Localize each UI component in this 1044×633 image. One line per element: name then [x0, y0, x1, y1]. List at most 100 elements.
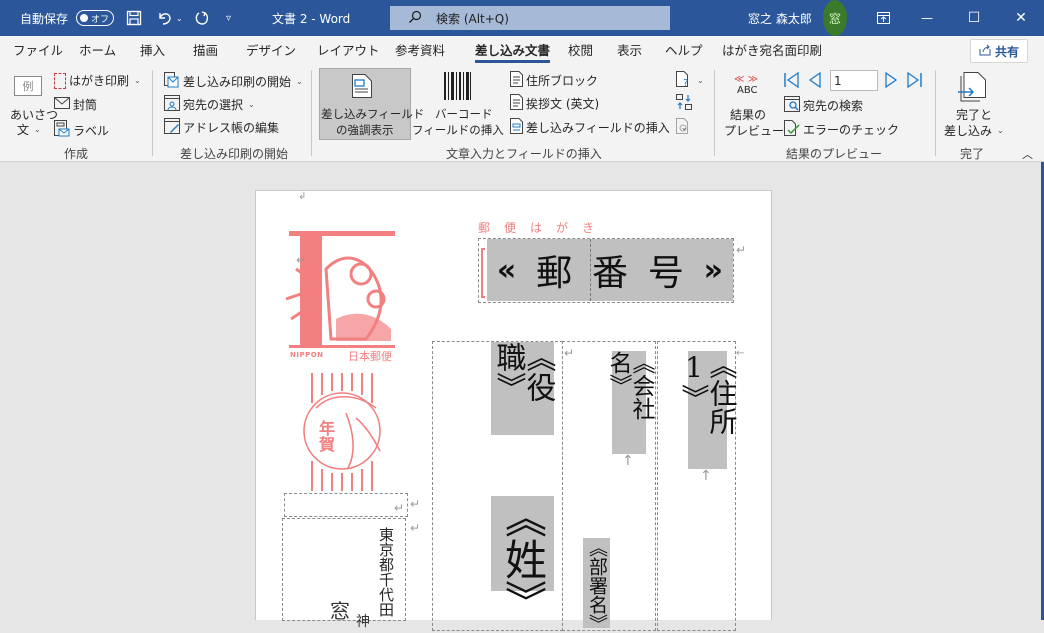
address-block-button[interactable]: 住所ブロック: [510, 71, 598, 90]
postal-code-box-edge: [481, 248, 485, 298]
close-button[interactable]: ✕: [1006, 0, 1036, 36]
surname-merge-field[interactable]: 《姓》: [491, 496, 554, 622]
paragraph-mark: ↵: [564, 346, 575, 360]
abc-icon: ABC: [737, 85, 758, 96]
department-merge-field[interactable]: 《部署名》: [583, 538, 610, 633]
redo-icon[interactable]: [193, 0, 211, 36]
preview-results-label-2[interactable]: プレビュー: [724, 122, 784, 139]
chevron-down-icon: ⌄: [997, 126, 1004, 135]
finish-merge-button[interactable]: 差し込み ⌄: [944, 122, 1004, 139]
autosave-state: オフ: [91, 14, 110, 25]
maximize-button[interactable]: ☐: [959, 0, 989, 36]
edit-recipient-list-button[interactable]: アドレス帳の編集: [164, 118, 279, 137]
tab-file[interactable]: ファイル: [13, 36, 63, 66]
tab-design[interactable]: デザイン: [246, 36, 296, 66]
tab-layout[interactable]: レイアウト: [317, 36, 380, 66]
postage-stamp-icon: NIPPON 日本郵便: [285, 229, 398, 368]
greeting-button[interactable]: 例: [14, 76, 42, 96]
previous-record-button[interactable]: [808, 72, 821, 88]
ribbon-display-options-icon[interactable]: [868, 0, 898, 36]
barcode-label-1[interactable]: バーコード: [435, 106, 493, 122]
ribbon-tabs: ファイル ホーム 挿入 描画 デザイン レイアウト 参考資料 差し込み文書 校閲…: [0, 36, 1044, 66]
paragraph-mark: ↵: [296, 253, 307, 267]
nenga-text: 年賀: [316, 420, 352, 456]
find-recipient-label: 宛先の検索: [803, 99, 864, 113]
share-button[interactable]: 共有: [970, 39, 1028, 63]
title-merge-field[interactable]: 《役職》: [491, 342, 556, 435]
rules-button[interactable]: ? ⌄: [676, 71, 704, 90]
address1-merge-field[interactable]: 《住所1》: [678, 351, 739, 469]
group-separator: [935, 70, 936, 156]
start-mail-merge-button[interactable]: 差し込み印刷の開始 ⌄: [164, 72, 303, 91]
save-icon[interactable]: [126, 0, 142, 36]
paragraph-mark: ←: [736, 348, 745, 359]
svg-text:?: ?: [683, 78, 688, 87]
document-page[interactable]: ↲ NIPPON 日本郵便 ↵ 年賀 郵 便 は が き « 郵 番 号 » ↵…: [255, 190, 772, 633]
tab-insert[interactable]: 挿入: [140, 36, 165, 66]
first-record-button[interactable]: [784, 72, 799, 88]
check-errors-label: エラーのチェック: [803, 123, 900, 137]
company-merge-field[interactable]: 《会社名》: [605, 351, 654, 454]
barcode-field-button[interactable]: フィールドの挿入⌄: [412, 122, 515, 138]
insert-merge-field-icon: [510, 118, 523, 137]
envelope-button[interactable]: 封筒: [54, 96, 97, 113]
sender-address[interactable]: 東京都千代田: [377, 527, 395, 617]
tab-home[interactable]: ホーム: [79, 36, 116, 66]
title-bar: 自動保存 オフ ⌄ ▿ 文書 2 - Word 検索 (Alt+Q) 窓之 森太…: [0, 0, 1044, 36]
tab-help[interactable]: ヘルプ: [665, 36, 703, 66]
avatar[interactable]: 窓: [823, 0, 847, 36]
group-separator: [152, 70, 153, 156]
minimize-button[interactable]: —: [912, 0, 942, 36]
chevron-down-icon: ⌄: [296, 77, 303, 86]
finish-merge-icon: [958, 72, 986, 102]
collapse-ribbon-icon[interactable]: ︿: [1022, 146, 1033, 162]
check-errors-icon: [784, 120, 800, 139]
user-name[interactable]: 窓之 森太郎: [748, 0, 812, 36]
label-button[interactable]: ラベル: [54, 120, 109, 140]
find-recipient-button[interactable]: 宛先の検索: [784, 96, 863, 115]
barcode-label-2: フィールドの挿入: [412, 123, 504, 137]
record-number-input[interactable]: 1: [830, 70, 878, 91]
undo-dropdown-icon[interactable]: ⌄: [176, 0, 183, 36]
start-mail-merge-icon: [164, 72, 180, 91]
tab-postcard-address-printing[interactable]: はがき宛名面印刷: [722, 36, 822, 66]
greeting-label-2[interactable]: 文 ⌄: [17, 121, 41, 138]
nenga-label: 年賀: [316, 420, 335, 452]
start-mail-merge-label: 差し込み印刷の開始: [183, 75, 292, 89]
insert-merge-field-button[interactable]: 差し込みフィールドの挿入 ⌄: [510, 118, 687, 137]
undo-icon[interactable]: [156, 0, 174, 36]
tab-references[interactable]: 参考資料: [395, 36, 445, 66]
check-errors-button[interactable]: エラーのチェック: [784, 120, 899, 139]
postcard-print-button[interactable]: はがき印刷 ⌄: [54, 72, 141, 89]
tab-view[interactable]: 表示: [617, 36, 642, 66]
postal-code-field[interactable]: « 郵 番 号 »: [487, 239, 733, 301]
group-label-write-insert: 文章入力とフィールドの挿入: [446, 147, 602, 161]
paragraph-mark: ↵: [394, 501, 405, 515]
stamp-caption-jp: 日本郵便: [348, 350, 392, 363]
edit-list-label: アドレス帳の編集: [183, 121, 280, 135]
greeting-line-button[interactable]: 挨拶文 (英文): [510, 94, 599, 113]
postcard-header: 郵 便 は が き: [478, 221, 596, 235]
select-recipients-button[interactable]: 宛先の選択 ⌄: [164, 95, 255, 114]
tab-review[interactable]: 校閲: [568, 36, 593, 66]
chevron-down-icon: ⌄: [134, 76, 141, 85]
preview-results-label-1[interactable]: 結果の: [730, 106, 766, 123]
finish-merge-label-1[interactable]: 完了と: [956, 106, 992, 123]
search-box[interactable]: 検索 (Alt+Q): [390, 6, 670, 30]
sender-name-2[interactable]: 神: [356, 611, 370, 631]
next-record-button[interactable]: [885, 72, 898, 88]
label-icon: [54, 120, 70, 140]
select-recipients-icon: [164, 95, 180, 114]
customize-quick-access-icon[interactable]: ▿: [226, 0, 231, 36]
match-fields-icon[interactable]: [676, 94, 692, 110]
stamp-caption-en: NIPPON: [290, 351, 324, 359]
share-label: 共有: [994, 44, 1019, 59]
last-record-button[interactable]: [907, 72, 922, 88]
tab-draw[interactable]: 描画: [193, 36, 218, 66]
address-block-label: 住所ブロック: [526, 74, 599, 88]
autosave-toggle[interactable]: オフ: [76, 0, 114, 36]
new-year-stamp-icon: 年賀: [296, 373, 386, 494]
update-labels-icon[interactable]: [676, 118, 690, 134]
tab-mailings[interactable]: 差し込み文書: [475, 36, 551, 66]
postal-char: 号: [647, 253, 684, 294]
